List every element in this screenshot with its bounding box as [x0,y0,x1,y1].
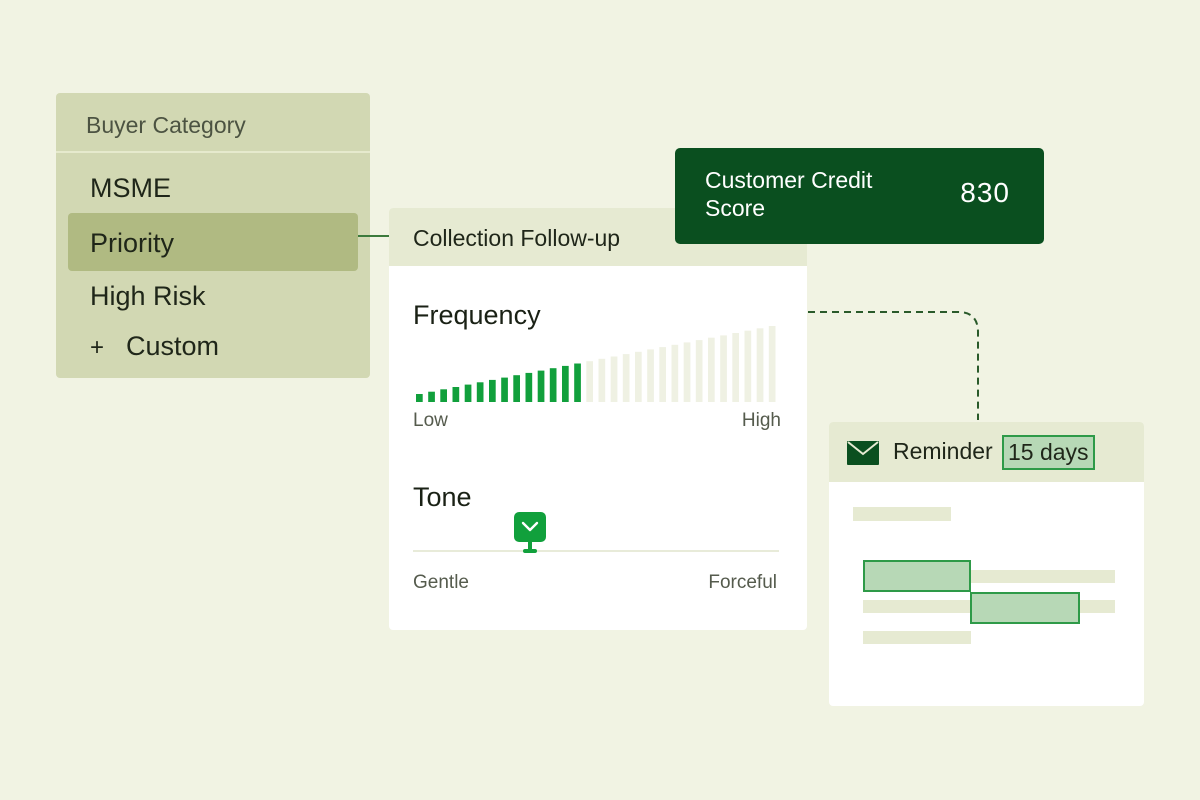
frequency-bar-active[interactable] [549,368,557,402]
frequency-bar-active[interactable] [574,363,581,403]
frequency-bar-active[interactable] [525,372,533,402]
frequency-high-label: High [741,410,781,431]
mail-icon [847,441,879,465]
reminder-label: Reminder [893,438,993,464]
credit-score-card: Customer Credit Score 830 [675,148,1044,244]
frequency-bar-active[interactable] [416,394,423,402]
preview-line [863,631,971,644]
frequency-bar-active[interactable] [476,382,484,402]
frequency-bar-active[interactable] [501,377,508,402]
category-custom-label: Custom [126,331,220,361]
reminder-card: Reminder 15 days [829,422,1144,706]
frequency-slider[interactable] [416,326,781,402]
frequency-bar-inactive[interactable] [744,330,752,402]
reminder-days-badge[interactable]: 15 days [1002,435,1095,470]
frequency-bar-inactive[interactable] [683,342,691,402]
frequency-bar-inactive[interactable] [610,356,618,403]
category-item-high-risk[interactable]: High Risk [68,271,358,321]
frequency-bar-inactive[interactable] [598,358,606,402]
plus-icon: + [90,334,105,361]
frequency-bar-inactive[interactable] [659,347,666,402]
tone-slider-track[interactable] [413,550,779,552]
frequency-bar-active[interactable] [489,379,496,402]
frequency-bar-inactive[interactable] [720,335,727,402]
tone-gentle-label: Gentle [413,572,469,593]
collection-followup-card: Collection Follow-up Frequency Low High … [389,208,807,630]
frequency-bar-inactive[interactable] [708,337,715,402]
category-item-custom[interactable]: + Custom [68,321,358,371]
frequency-bar-inactive[interactable] [695,340,703,402]
preview-highlight [863,560,971,592]
reminder-header: Reminder 15 days [829,422,1144,482]
email-preview [853,507,1115,644]
frequency-low-label: Low [413,410,448,431]
buyer-category-header: Buyer Category [56,93,370,153]
buyer-category-panel: Buyer Category MSME Priority High Risk +… [56,93,370,378]
category-item-msme[interactable]: MSME [68,163,358,213]
category-item-priority[interactable]: Priority [68,213,358,271]
frequency-bar-inactive[interactable] [756,328,764,402]
preview-line-title [853,507,951,521]
tone-forceful-label: Forceful [708,572,777,593]
reminder-connector-line [808,311,979,420]
preview-highlight [970,592,1080,624]
frequency-bar-active[interactable] [452,387,460,402]
tone-title: Tone [413,482,472,512]
category-connector-line [358,235,390,237]
buyer-category-list: MSME Priority High Risk + Custom [56,153,370,371]
frequency-bar-active[interactable] [440,389,447,402]
frequency-bar-active[interactable] [562,365,569,402]
frequency-bar-inactive[interactable] [622,354,630,402]
frequency-bar-active[interactable] [464,384,472,402]
frequency-bar-active[interactable] [513,375,520,402]
frequency-bar-active[interactable] [537,370,545,402]
credit-score-label: Customer Credit Score [705,167,873,221]
frequency-bar-inactive[interactable] [671,344,679,402]
frequency-bar-inactive[interactable] [647,349,654,402]
frequency-bar-inactive[interactable] [768,326,776,402]
credit-score-value: 830 [960,177,1010,208]
frequency-bar-inactive[interactable] [586,361,593,402]
frequency-bar-inactive[interactable] [732,333,739,402]
tone-slider-handle[interactable] [514,512,547,554]
frequency-bar-inactive[interactable] [635,351,642,402]
frequency-bar-active[interactable] [428,391,435,402]
